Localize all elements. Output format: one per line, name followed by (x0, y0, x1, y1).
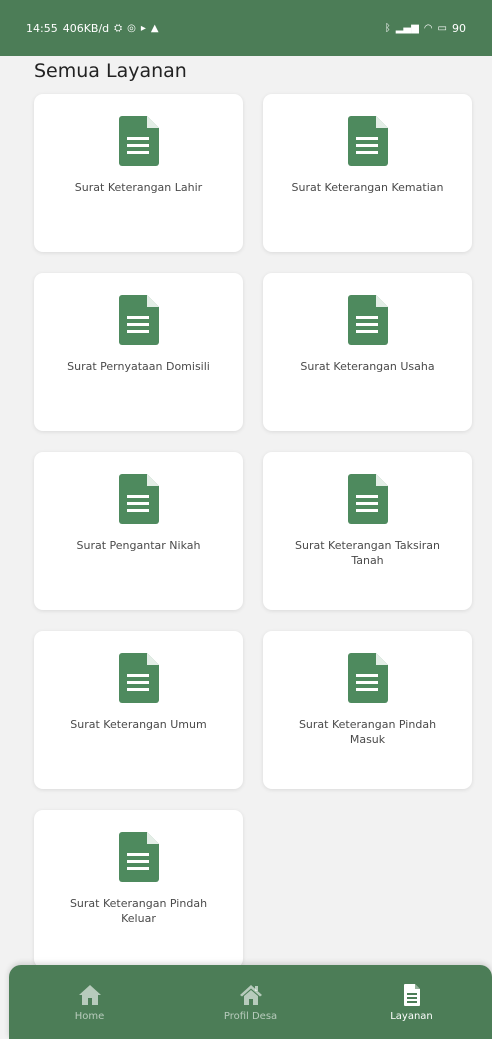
document-icon (118, 832, 159, 882)
service-card-label: Surat Keterangan Pindah Masuk (298, 718, 437, 746)
whatsapp-icon: ◎ (127, 22, 136, 34)
document-icon (347, 116, 388, 166)
status-speed: 406KB/d (62, 21, 110, 35)
service-card-surat-pernyataan-domisili[interactable]: Surat Pernyataan Domisili (34, 273, 243, 431)
document-icon (118, 474, 159, 524)
service-card-surat-keterangan-kematian[interactable]: Surat Keterangan Kematian (263, 94, 472, 252)
notification-icon: ⛭ (114, 22, 123, 34)
village-home-icon (239, 984, 262, 1005)
battery-level: 90 (452, 21, 466, 35)
nav-label: Profil Desa (223, 1010, 278, 1022)
status-bar: 14:55 406KB/d ⛭ ◎ ▸ ▲ ᛒ ▂▄▆ ◠ ▭ 90 (0, 0, 492, 56)
signal-icon: ▂▄▆ (395, 22, 419, 34)
document-icon (118, 653, 159, 703)
service-card-label: Surat Keterangan Lahir (74, 181, 203, 194)
service-card-surat-keterangan-umum[interactable]: Surat Keterangan Umum (34, 631, 243, 789)
status-right: ᛒ ▂▄▆ ◠ ▭ 90 (385, 22, 466, 35)
service-card-surat-keterangan-pindah-keluar[interactable]: Surat Keterangan Pindah Keluar (34, 810, 243, 968)
status-left: 14:55 406KB/d ⛭ ◎ ▸ ▲ (26, 22, 159, 35)
home-icon (78, 984, 101, 1005)
nav-label: Home (74, 1010, 105, 1022)
service-card-label: Surat Pernyataan Domisili (67, 360, 210, 373)
service-card-surat-keterangan-taksiran-tanah[interactable]: Surat Keterangan Taksiran Tanah (263, 452, 472, 610)
service-card-label: Surat Keterangan Kematian (291, 181, 444, 194)
document-icon (347, 653, 388, 703)
document-icon (118, 116, 159, 166)
service-card-label: Surat Keterangan Umum (70, 718, 207, 731)
service-card-label: Surat Keterangan Pindah Keluar (69, 897, 208, 925)
nav-label: Layanan (390, 1010, 433, 1022)
nav-profil-desa[interactable]: Profil Desa (191, 983, 311, 1022)
wifi-icon: ◠ (423, 22, 433, 34)
bottom-nav: Home Profil Desa Layanan (9, 965, 492, 1039)
status-time: 14:55 (26, 21, 58, 35)
document-icon (403, 983, 420, 1006)
service-card-label: Surat Pengantar Nikah (76, 539, 201, 552)
battery-icon: ▭ (437, 22, 447, 34)
service-grid: Surat Keterangan Lahir Surat Keterangan … (34, 94, 472, 968)
drive-icon: ▲ (150, 22, 159, 34)
document-icon (347, 474, 388, 524)
document-icon (118, 295, 159, 345)
service-card-label: Surat Keterangan Usaha (300, 360, 435, 373)
play-icon: ▸ (140, 22, 146, 34)
service-card-surat-pengantar-nikah[interactable]: Surat Pengantar Nikah (34, 452, 243, 610)
service-card-surat-keterangan-pindah-masuk[interactable]: Surat Keterangan Pindah Masuk (263, 631, 472, 789)
nav-home[interactable]: Home (30, 983, 150, 1022)
document-icon (347, 295, 388, 345)
service-card-label: Surat Keterangan Taksiran Tanah (295, 539, 440, 567)
service-card-surat-keterangan-lahir[interactable]: Surat Keterangan Lahir (34, 94, 243, 252)
service-card-surat-keterangan-usaha[interactable]: Surat Keterangan Usaha (263, 273, 472, 431)
bluetooth-icon: ᛒ (384, 22, 391, 34)
page-title: Semua Layanan (34, 60, 187, 82)
nav-layanan[interactable]: Layanan (352, 983, 472, 1022)
